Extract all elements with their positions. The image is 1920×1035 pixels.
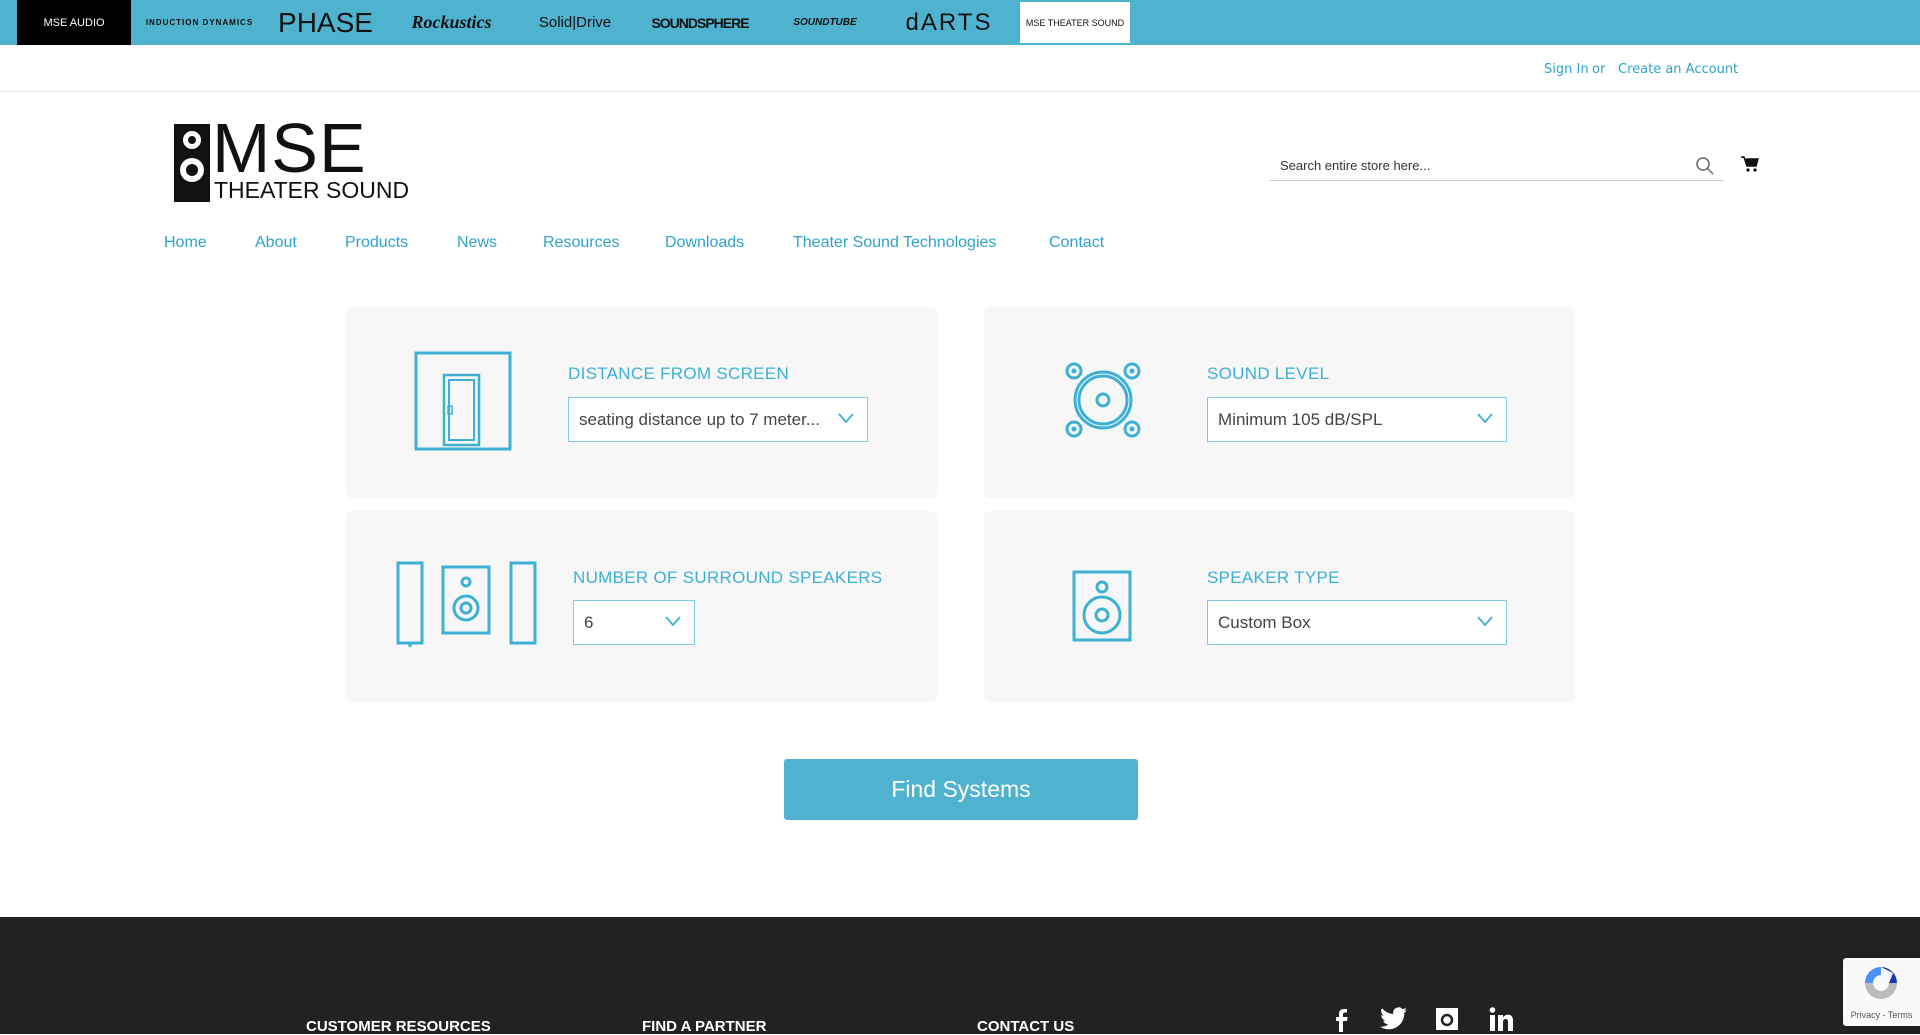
surround-value: 6 <box>584 612 594 632</box>
brand-rockustics[interactable]: Rockustics <box>403 0 500 45</box>
nav-news[interactable]: News <box>457 234 497 252</box>
speaker-type-label: SPEAKER TYPE <box>1207 568 1340 587</box>
chevron-down-icon <box>838 413 854 424</box>
surround-label: NUMBER OF SURROUND SPEAKERS <box>573 568 883 587</box>
nav-products[interactable]: Products <box>345 234 408 252</box>
distance-select[interactable]: seating distance up to 7 meter... <box>568 397 868 442</box>
recaptcha-logo-icon <box>1865 967 1897 999</box>
footer <box>0 917 1920 1034</box>
recaptcha-privacy-terms[interactable]: Privacy - Terms <box>1843 1010 1920 1020</box>
brand-darts[interactable]: dARTS <box>894 0 1004 45</box>
chevron-down-icon <box>1477 616 1493 627</box>
speaker-logo-icon <box>174 124 210 202</box>
nav-about[interactable]: About <box>255 234 297 252</box>
speaker-driver-icon <box>1065 362 1141 438</box>
surround-select[interactable]: 6 <box>573 600 695 645</box>
search-box <box>1270 152 1724 181</box>
nav-theater-sound-technologies[interactable]: Theater Sound Technologies <box>793 234 996 252</box>
chevron-down-icon <box>1477 413 1493 424</box>
sign-in-link[interactable]: Sign In <box>1544 62 1589 77</box>
footer-heading-customer-resources: CUSTOMER RESOURCES <box>306 1018 491 1035</box>
search-input[interactable] <box>1270 152 1670 178</box>
speaker-type-select[interactable]: Custom Box <box>1207 600 1507 645</box>
chevron-down-icon <box>665 616 681 627</box>
distance-value: seating distance up to 7 meter... <box>579 409 820 429</box>
site-logo[interactable]: MSE THEATER SOUND <box>174 109 422 203</box>
find-systems-button[interactable]: Find Systems <box>784 759 1138 820</box>
brand-phase[interactable]: PHASE <box>278 0 373 45</box>
facebook-icon[interactable] <box>1328 1006 1354 1032</box>
sound-level-label: SOUND LEVEL <box>1207 364 1330 383</box>
recaptcha-badge[interactable]: Privacy - Terms <box>1843 958 1920 1026</box>
speaker-type-value: Custom Box <box>1218 612 1311 632</box>
brand-bar: MSE AUDIO INDUCTION DYNAMICS PHASE Rocku… <box>0 0 1920 45</box>
brand-mse-theater-sound[interactable]: MSE THEATER SOUND <box>1018 0 1132 45</box>
or-text: or <box>1592 62 1606 77</box>
brand-soundtube[interactable]: SOUNDTUBE <box>778 0 872 45</box>
sound-level-value: Minimum 105 dB/SPL <box>1218 409 1383 429</box>
search-icon[interactable] <box>1696 157 1714 175</box>
divider <box>0 91 1920 92</box>
brand-soliddrive[interactable]: Solid|Drive <box>528 0 622 45</box>
instagram-icon[interactable] <box>1434 1006 1460 1032</box>
sound-level-select[interactable]: Minimum 105 dB/SPL <box>1207 397 1507 442</box>
nav-resources[interactable]: Resources <box>543 234 619 252</box>
surround-speakers-icon <box>396 561 537 647</box>
footer-heading-find-partner: FIND A PARTNER <box>642 1018 767 1035</box>
bookshelf-speaker-icon <box>1072 570 1132 642</box>
logo-theater-sound: THEATER SOUND <box>214 177 410 203</box>
twitter-icon[interactable] <box>1378 1006 1408 1032</box>
nav-home[interactable]: Home <box>164 234 207 252</box>
linkedin-icon[interactable] <box>1488 1006 1514 1032</box>
cart-icon[interactable] <box>1741 156 1759 172</box>
create-account-link[interactable]: Create an Account <box>1618 62 1738 77</box>
distance-label: DISTANCE FROM SCREEN <box>568 364 790 383</box>
brand-soundsphere[interactable]: SOUNDSPHERE <box>651 0 749 45</box>
brand-mse-audio[interactable]: MSE AUDIO <box>17 0 131 45</box>
brand-induction-dynamics[interactable]: INDUCTION DYNAMICS <box>146 0 252 45</box>
logo-mse: MSE <box>212 109 367 187</box>
screen-door-icon <box>414 351 512 451</box>
footer-heading-contact-us: CONTACT US <box>977 1018 1075 1035</box>
nav-contact[interactable]: Contact <box>1049 234 1104 252</box>
nav-downloads[interactable]: Downloads <box>665 234 744 252</box>
